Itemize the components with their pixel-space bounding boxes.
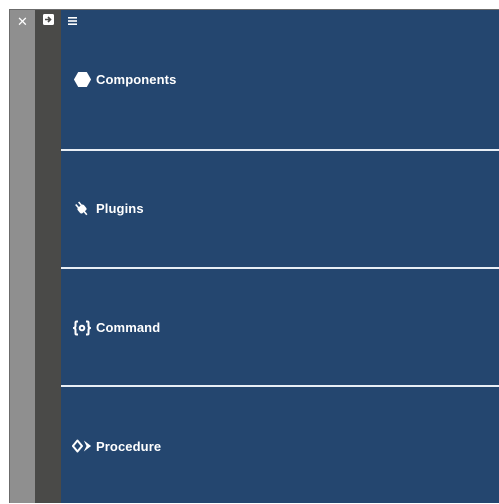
section-plugins[interactable]: Plugins	[61, 150, 499, 267]
hexagon-icon	[72, 70, 92, 90]
pin-button[interactable]	[35, 10, 61, 32]
section-label: Plugins	[96, 201, 144, 216]
section-label: Procedure	[96, 438, 162, 454]
section-components[interactable]: Components	[61, 10, 499, 149]
close-button[interactable]: ✕	[10, 10, 35, 32]
main-panel: Components Plugins Command Procedure	[61, 10, 499, 503]
section-procedure[interactable]: Procedure	[61, 388, 499, 504]
panel-frame: ✕ Components Plugins Command Procedure	[9, 9, 499, 503]
diamond-arrows-icon	[72, 436, 92, 456]
close-column: ✕	[10, 10, 35, 503]
pin-icon	[42, 12, 54, 30]
divider	[61, 385, 499, 387]
section-command[interactable]: Command	[61, 269, 499, 386]
section-label: Components	[96, 72, 177, 87]
section-label: Command	[96, 320, 161, 335]
braces-gear-icon	[72, 318, 92, 338]
pin-column	[35, 10, 61, 503]
plug-icon	[72, 199, 92, 219]
close-icon: ✕	[17, 13, 28, 29]
